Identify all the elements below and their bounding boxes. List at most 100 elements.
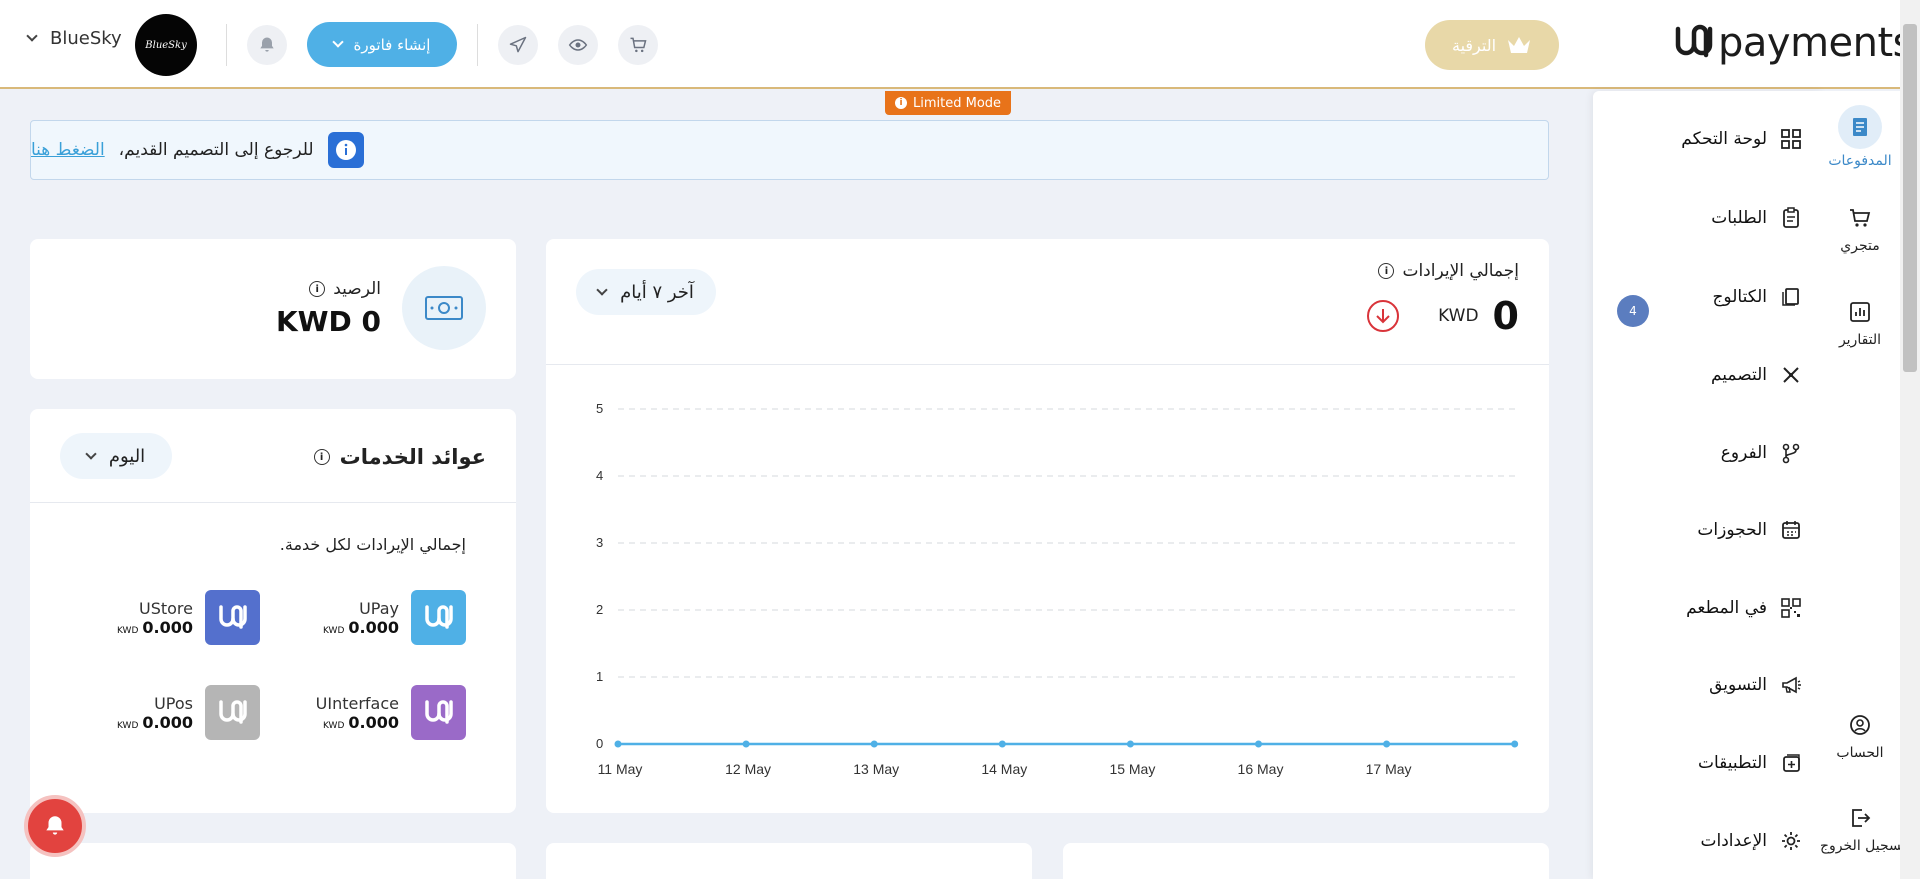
user-menu[interactable]: BlueSky (26, 28, 122, 49)
service-currency: KWD (116, 625, 139, 636)
revenue-amount: 0 (1492, 294, 1519, 338)
branch-icon (1779, 441, 1803, 465)
info-icon[interactable]: i (309, 281, 326, 297)
rail-item-label: التقارير (1838, 332, 1882, 348)
side-item-label: لوحة التحكم (1681, 129, 1767, 149)
chart-point[interactable] (1126, 740, 1134, 748)
side-item-9[interactable]: الإعدادات (1603, 821, 1803, 861)
logo-text: payments (1718, 20, 1914, 66)
logo: payments (1672, 20, 1914, 66)
chart-point[interactable] (870, 740, 878, 748)
chart-point[interactable] (1511, 740, 1519, 748)
service-name: UStore (139, 598, 193, 618)
chart-icon (1846, 298, 1874, 326)
chevron-down-icon (26, 30, 38, 42)
side-item-1[interactable]: الطلبات (1603, 198, 1803, 238)
chart-y-tick-label: 2 (596, 602, 603, 617)
upay-logo-icon (411, 590, 466, 645)
upgrade-button[interactable]: الترقية (1425, 20, 1559, 70)
chevron-down-icon (85, 447, 97, 460)
revenue-title-text: إجمالي الإيرادات (1402, 261, 1519, 281)
service-upos[interactable]: UPos KWD 0.000 (117, 685, 260, 740)
side-item-label: التطبيقات (1697, 753, 1767, 773)
money-icon (402, 266, 486, 350)
service-uinterface[interactable]: UInterface KWD 0.000 (316, 685, 466, 740)
notifications-button[interactable] (247, 25, 287, 65)
service-currency: KWD (322, 625, 345, 636)
divider (477, 24, 478, 66)
limited-mode-text: Limited Mode (913, 95, 1002, 111)
scrollbar-thumb[interactable] (1903, 24, 1917, 372)
divider (226, 24, 227, 66)
services-period-value: اليوم (108, 445, 146, 467)
total-revenue-card: إجمالي الإيرادات i KWD 0 آخر ٧ أيام 0 1 2 3… (546, 239, 1549, 813)
service-ustore[interactable]: UStore KWD 0.000 (117, 590, 260, 645)
main-rail: المدفوعات متجري التقارير الحساب تسجيل الخروج (1820, 91, 1906, 879)
rail-item-4[interactable]: تسجيل الخروج (1820, 804, 1906, 854)
balance-title-text: الرصيد (333, 279, 381, 299)
chart-point[interactable] (1383, 740, 1391, 748)
balance-card: الرصيد i KWD 0 (30, 239, 516, 379)
cart-icon (630, 37, 647, 53)
service-value: 0.000 (348, 712, 399, 732)
notification-bell-button[interactable] (24, 795, 86, 857)
info-icon[interactable]: i (1378, 263, 1395, 279)
chart-point[interactable] (742, 740, 750, 748)
calendar-icon (1779, 518, 1803, 542)
rail-item-2[interactable]: التقارير (1820, 298, 1900, 348)
chart-y-tick-label: 5 (596, 401, 603, 416)
balance-title: الرصيد i (309, 279, 381, 299)
account-icon (1846, 711, 1874, 739)
side-item-2[interactable]: الكتالوج (1603, 277, 1803, 317)
clipboard-icon (1779, 206, 1803, 230)
scrollbar[interactable] (1900, 0, 1920, 879)
cart-button[interactable] (618, 25, 658, 65)
chevron-down-icon (596, 283, 608, 296)
banner-text: للرجوع إلى التصميم القديم، (118, 140, 314, 160)
chart-y-tick-label: 0 (596, 736, 603, 751)
upos-logo-icon (205, 685, 260, 740)
stats-card (30, 843, 516, 879)
side-item-5[interactable]: الحجوزات (1603, 510, 1803, 550)
side-item-3[interactable]: التصميم (1603, 355, 1803, 395)
info-icon[interactable]: i (313, 449, 330, 465)
rail-item-0[interactable]: المدفوعات (1820, 105, 1900, 169)
chart-x-tick-label: 15 May (1109, 761, 1155, 777)
side-item-4[interactable]: الفروع (1603, 433, 1803, 473)
preview-button[interactable] (558, 25, 598, 65)
chart-point[interactable] (1255, 740, 1262, 748)
services-period-dropdown[interactable]: اليوم (60, 433, 172, 479)
send-button[interactable] (498, 25, 538, 65)
chart-x-tick-label: 16 May (1238, 761, 1284, 777)
old-design-link[interactable]: الضغط هنا (31, 140, 105, 160)
side-item-0[interactable]: لوحة التحكم (1603, 119, 1803, 159)
revenue-period-dropdown[interactable]: آخر ٧ أيام (576, 269, 716, 315)
divider (546, 364, 1549, 365)
service-upay[interactable]: UPay KWD 0.000 (323, 590, 466, 645)
qr-icon (1779, 596, 1803, 620)
rail-item-3[interactable]: الحساب (1820, 711, 1900, 761)
side-item-7[interactable]: التسويق (1603, 665, 1803, 705)
rail-item-1[interactable]: متجري (1820, 204, 1900, 254)
create-invoice-button[interactable]: إنشاء فاتورة (307, 22, 457, 67)
divider (30, 502, 516, 503)
revenue-title: إجمالي الإيرادات i (1378, 261, 1519, 281)
side-item-label: الحجوزات (1697, 520, 1767, 540)
bell-icon (260, 37, 274, 52)
info-banner: للرجوع إلى التصميم القديم، الضغط هنا (30, 120, 1549, 180)
chart-point[interactable] (998, 740, 1006, 748)
chart-y-tick-label: 1 (596, 669, 603, 684)
chart-point[interactable] (614, 740, 622, 748)
arrow-down-icon (1367, 300, 1400, 332)
rail-item-label: تسجيل الخروج (1820, 838, 1906, 854)
top-header: BlueSky BlueSky إنشاء فاتورة الترقية pay… (0, 0, 1914, 89)
side-item-8[interactable]: التطبيقات (1603, 743, 1803, 783)
create-invoice-label: إنشاء فاتورة (353, 35, 431, 54)
stats-card (546, 843, 1032, 879)
avatar[interactable]: BlueSky (135, 14, 197, 76)
cart-icon (1846, 204, 1874, 232)
side-item-label: الفروع (1720, 443, 1767, 463)
chart-x-tick-label: 13 May (853, 761, 899, 777)
megaphone-icon (1779, 673, 1803, 697)
side-item-6[interactable]: في المطعم (1603, 588, 1803, 628)
